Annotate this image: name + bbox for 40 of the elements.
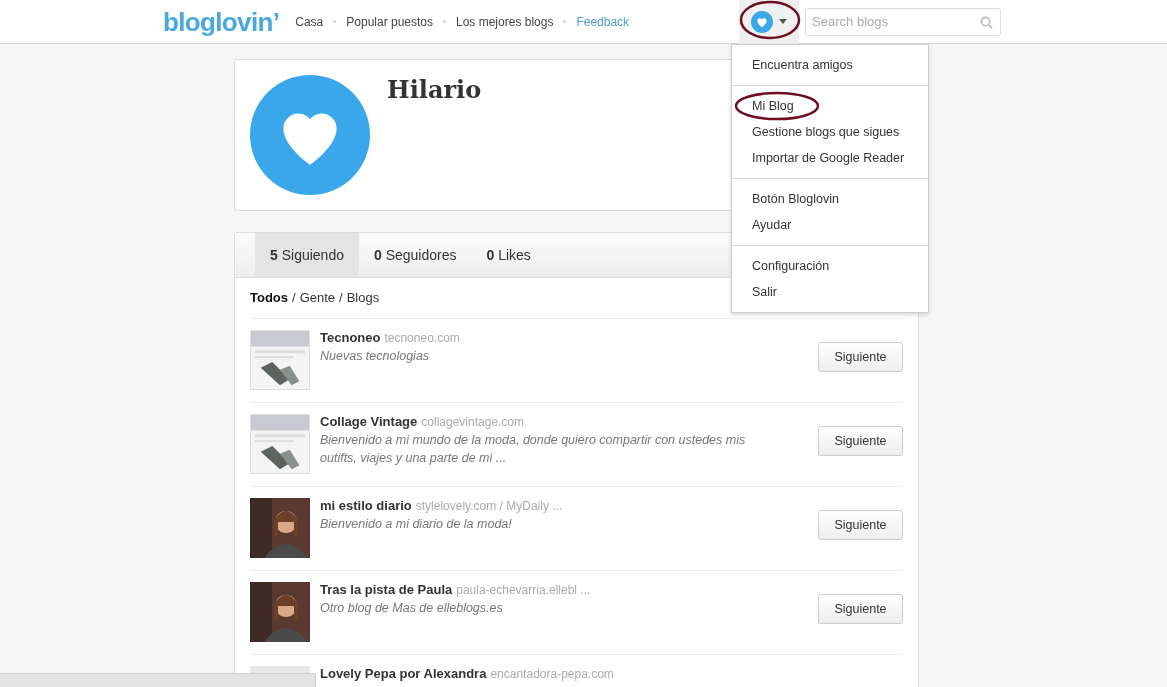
follow-button[interactable]: Siguiente	[818, 342, 903, 372]
search-icon	[980, 15, 994, 29]
menu-item[interactable]: Ayudar	[752, 215, 792, 235]
menu-item[interactable]: Importar de Google Reader	[752, 148, 905, 168]
follow-button[interactable]: Siguiente	[818, 510, 903, 540]
nav-link[interactable]: Popular puestos	[346, 12, 433, 31]
blog-name[interactable]: Lovely Pepa por Alexandra	[320, 666, 487, 681]
filter-link[interactable]: Gente	[299, 288, 336, 308]
tab[interactable]: 0 Likes	[471, 233, 546, 277]
blog-name[interactable]: Tras la pista de Paula	[320, 582, 453, 597]
follow-button[interactable]: Siguiente	[818, 426, 903, 456]
profile-name: Hilario	[387, 74, 482, 106]
menu-item[interactable]: Gestione blogs que sigues	[752, 122, 900, 142]
tab[interactable]: 0 Seguidores	[358, 233, 472, 277]
blog-url: collagevintage.com	[421, 415, 525, 430]
blog-url: tecnoneo.com	[384, 331, 460, 346]
follow-button[interactable]: Siguiente	[818, 594, 903, 624]
menu-item[interactable]: Encuentra amigos	[752, 55, 853, 75]
blog-description: Bienvenido a mi mundo de la moda, donde quiero compartir con ustedes mis outifts, viajes y una parte de mi ...	[320, 432, 747, 467]
blog-name[interactable]: Tecnoneo	[320, 330, 381, 345]
blog-name[interactable]: mi estilo diario	[320, 498, 412, 513]
menu-item[interactable]: Botón Bloglovin	[752, 189, 839, 209]
caret-icon	[779, 19, 788, 24]
nav-link[interactable]: Casa	[295, 12, 324, 31]
menu-item[interactable]: Salir	[752, 282, 777, 302]
filter-link[interactable]: Todos	[250, 288, 289, 308]
separator-slash: /	[292, 289, 296, 308]
blog-description: Otro blog de Mas de elleblogs.es	[320, 600, 504, 617]
separator-slash: /	[339, 289, 343, 308]
blog-description: Nuevas tecnologias	[320, 348, 431, 365]
blog-description: Bienvenido a mi diario de la moda!	[320, 516, 513, 533]
blog-url: stylelovely.com / MyDaily ...	[415, 499, 563, 514]
blog-name[interactable]: Collage Vintage	[320, 414, 418, 429]
filter-link[interactable]: Blogs	[346, 288, 380, 308]
menu-item[interactable]: Configuración	[752, 256, 830, 276]
blog-url: paula-echevarria.ellebl ...	[456, 583, 591, 598]
nav-link[interactable]: Los mejores blogs	[456, 12, 554, 31]
blog-url: encantadora-pepa.com	[490, 667, 614, 682]
search-field[interactable]: Search blogs	[805, 7, 1002, 36]
tab[interactable]: 5 Siguiendo	[255, 233, 359, 277]
